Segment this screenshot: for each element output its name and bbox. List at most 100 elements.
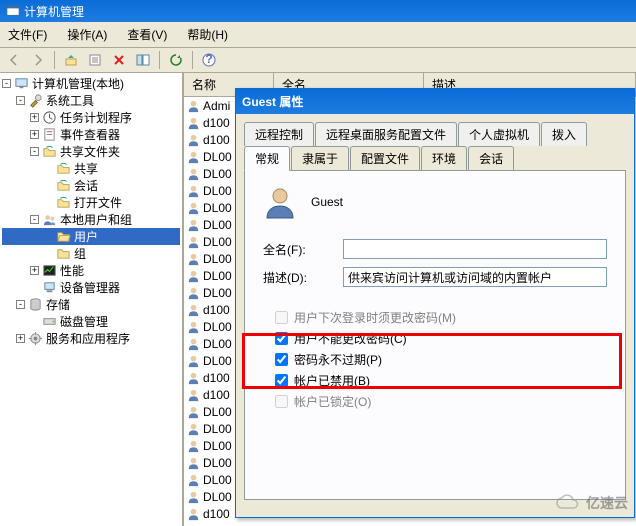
tree-toggle[interactable]: - xyxy=(30,215,39,224)
list-row-name: DL00 xyxy=(203,150,232,164)
list-row-name: DL00 xyxy=(203,354,232,368)
tree-toggle[interactable]: - xyxy=(16,96,25,105)
list-row-name: d100 xyxy=(203,133,230,147)
list-row-name: DL00 xyxy=(203,473,232,487)
checkbox-change-next-login-input xyxy=(275,311,288,324)
tree-label: 组 xyxy=(74,245,86,262)
tree-node[interactable]: 共享 xyxy=(2,160,180,177)
app-icon xyxy=(6,4,20,18)
list-row-name: d100 xyxy=(203,371,230,385)
tree-node[interactable]: -系统工具 xyxy=(2,92,180,109)
list-row-name: DL00 xyxy=(203,167,232,181)
list-row-name: DL00 xyxy=(203,422,232,436)
tree-node[interactable]: - 计算机管理(本地) xyxy=(2,75,180,92)
tree-panel[interactable]: -计算机管理(本地)-系统工具+任务计划程序+事件查看器-共享文件夹共享会话打开… xyxy=(0,73,184,526)
tree-label: 存储 xyxy=(46,296,70,313)
tree-label: 事件查看器 xyxy=(60,126,120,143)
dialog-tab[interactable]: 个人虚拟机 xyxy=(458,122,540,146)
list-row-name: DL00 xyxy=(203,337,232,351)
tree-node[interactable]: +性能 xyxy=(2,262,180,279)
menu-help[interactable]: 帮助(H) xyxy=(183,24,232,45)
dialog-tab[interactable]: 拨入 xyxy=(541,122,587,146)
tree-node[interactable]: - 本地用户和组 xyxy=(2,211,180,228)
up-button[interactable] xyxy=(61,50,81,70)
svg-text:?: ? xyxy=(205,53,212,66)
toolbar: ? xyxy=(0,48,636,73)
refresh-button[interactable] xyxy=(166,50,186,70)
menu-view[interactable]: 查看(V) xyxy=(123,24,171,45)
list-row-name: DL00 xyxy=(203,235,232,249)
tree-label: 设备管理器 xyxy=(60,279,120,296)
dialog-tab[interactable]: 环境 xyxy=(421,146,467,170)
list-row-name: d100 xyxy=(203,388,230,402)
tree-node[interactable]: + 任务计划程序 xyxy=(2,109,180,126)
checkbox-disabled-input[interactable] xyxy=(275,374,288,387)
tree-node[interactable]: + 服务和应用程序 xyxy=(2,330,180,347)
checkbox-cannot-change-input[interactable] xyxy=(275,332,288,345)
checkbox-never-expire-input[interactable] xyxy=(275,353,288,366)
menu-action[interactable]: 操作(A) xyxy=(63,24,111,45)
dialog-tab[interactable]: 隶属于 xyxy=(291,146,349,170)
tree-node[interactable]: 用户 xyxy=(2,228,180,245)
user-name: Guest xyxy=(311,195,343,209)
show-hide-button[interactable] xyxy=(133,50,153,70)
back-button xyxy=(4,50,24,70)
list-row-name: d100 xyxy=(203,116,230,130)
dialog-titlebar[interactable]: Guest 属性 xyxy=(236,89,634,114)
tree-label: 磁盘管理 xyxy=(60,313,108,330)
forward-button xyxy=(28,50,48,70)
checkbox-never-expire[interactable]: 密码永不过期(P) xyxy=(275,351,607,368)
checkbox-disabled[interactable]: 帐户已禁用(B) xyxy=(275,372,607,389)
toolbar-divider xyxy=(192,51,193,69)
checkbox-change-next-login: 用户下次登录时须更改密码(M) xyxy=(275,309,607,326)
user-icon xyxy=(263,185,297,219)
tree-node[interactable]: - 存储 xyxy=(2,296,180,313)
tree-node[interactable]: 磁盘管理 xyxy=(2,313,180,330)
list-row-name: d100 xyxy=(203,507,230,521)
tree-toggle[interactable]: + xyxy=(16,334,25,343)
menu-file[interactable]: 文件(F) xyxy=(4,24,51,45)
tree-toggle[interactable]: - xyxy=(30,147,39,156)
dialog-tab[interactable]: 配置文件 xyxy=(350,146,420,170)
tree-node[interactable]: 组 xyxy=(2,245,180,262)
help-button[interactable]: ? xyxy=(199,50,219,70)
dialog-tab[interactable]: 会话 xyxy=(468,146,514,170)
properties-button[interactable] xyxy=(85,50,105,70)
tree-node[interactable]: - 共享文件夹 xyxy=(2,143,180,160)
tree-toggle[interactable]: + xyxy=(30,130,39,139)
tree-toggle[interactable]: - xyxy=(16,300,25,309)
dialog-tab[interactable]: 远程桌面服务配置文件 xyxy=(315,122,457,146)
fullname-label: 全名(F): xyxy=(263,241,343,258)
tree-toggle[interactable]: + xyxy=(30,266,39,275)
tree-node[interactable]: 会话 xyxy=(2,177,180,194)
checkbox-cannot-change[interactable]: 用户不能更改密码(C) xyxy=(275,330,607,347)
tree-toggle[interactable]: - xyxy=(2,79,11,88)
toolbar-divider xyxy=(54,51,55,69)
list-row-name: DL00 xyxy=(203,456,232,470)
tree-node[interactable]: 设备管理器 xyxy=(2,279,180,296)
list-row-name: d100 xyxy=(203,303,230,317)
window-title: 计算机管理 xyxy=(24,3,84,20)
list-row-name: DL00 xyxy=(203,201,232,215)
dialog-tab[interactable]: 远程控制 xyxy=(244,122,314,146)
fullname-input[interactable] xyxy=(343,239,607,259)
tree-label: 任务计划程序 xyxy=(60,109,132,126)
list-row-name: DL00 xyxy=(203,218,232,232)
dialog-tab[interactable]: 常规 xyxy=(244,146,290,171)
delete-button[interactable] xyxy=(109,50,129,70)
checkbox-locked-input xyxy=(275,395,288,408)
tree-label: 用户 xyxy=(74,228,98,245)
tree-label: 会话 xyxy=(74,177,98,194)
tree-label: 本地用户和组 xyxy=(60,211,132,228)
description-input[interactable] xyxy=(343,267,607,287)
tree-node[interactable]: 打开文件 xyxy=(2,194,180,211)
window-titlebar: 计算机管理 xyxy=(0,0,636,22)
description-label: 描述(D): xyxy=(263,269,343,286)
tree-toggle[interactable]: + xyxy=(30,113,39,122)
tree-node[interactable]: + 事件查看器 xyxy=(2,126,180,143)
tree-label: 计算机管理(本地) xyxy=(32,75,124,92)
list-row-name: DL00 xyxy=(203,405,232,419)
tree-label: 服务和应用程序 xyxy=(46,330,130,347)
list-row-name: Admi xyxy=(203,99,230,113)
tree-label: 共享文件夹 xyxy=(60,143,120,160)
